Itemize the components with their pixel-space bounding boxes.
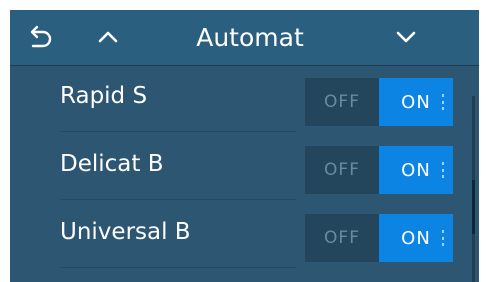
program-label: Rapid S xyxy=(60,83,148,109)
toggle-on-label: ON xyxy=(401,159,431,181)
toggle-off-option[interactable]: OFF xyxy=(305,146,379,194)
scrollbar-thumb[interactable] xyxy=(472,180,475,234)
chevron-up-icon xyxy=(97,29,119,48)
header-bar: Automat xyxy=(10,10,479,66)
device-screen: Automat Rapid S OFF ON Delicat B OFF ON … xyxy=(10,10,479,282)
row-divider xyxy=(60,131,296,132)
scroll-down-button[interactable] xyxy=(388,10,424,66)
toggle-off-option[interactable]: OFF xyxy=(305,214,379,262)
toggle-off-option[interactable]: OFF xyxy=(305,78,379,126)
program-label: Delicat B xyxy=(60,151,164,177)
program-list: Rapid S OFF ON Delicat B OFF ON Universa… xyxy=(10,66,479,282)
program-row-rapid-s: Rapid S OFF ON xyxy=(10,66,479,132)
page-title: Automat xyxy=(196,23,304,52)
grip-icon xyxy=(442,230,444,246)
grip-icon xyxy=(442,94,444,110)
toggle-on-label: ON xyxy=(401,227,431,249)
program-toggle[interactable]: OFF ON xyxy=(305,146,453,194)
grip-icon xyxy=(442,162,444,178)
program-row-universal-b: Universal B OFF ON xyxy=(10,202,479,268)
back-button[interactable] xyxy=(24,10,60,66)
scroll-up-button[interactable] xyxy=(90,10,126,66)
toggle-on-option[interactable]: ON xyxy=(379,146,453,194)
chevron-down-icon xyxy=(395,29,417,48)
toggle-on-label: ON xyxy=(401,91,431,113)
row-divider xyxy=(60,267,296,268)
program-toggle[interactable]: OFF ON xyxy=(305,78,453,126)
program-label: Universal B xyxy=(60,219,191,245)
program-toggle[interactable]: OFF ON xyxy=(305,214,453,262)
toggle-on-option[interactable]: ON xyxy=(379,78,453,126)
toggle-on-option[interactable]: ON xyxy=(379,214,453,262)
back-arrow-icon xyxy=(29,23,55,53)
program-row-delicat-b: Delicat B OFF ON xyxy=(10,134,479,200)
row-divider xyxy=(60,199,296,200)
